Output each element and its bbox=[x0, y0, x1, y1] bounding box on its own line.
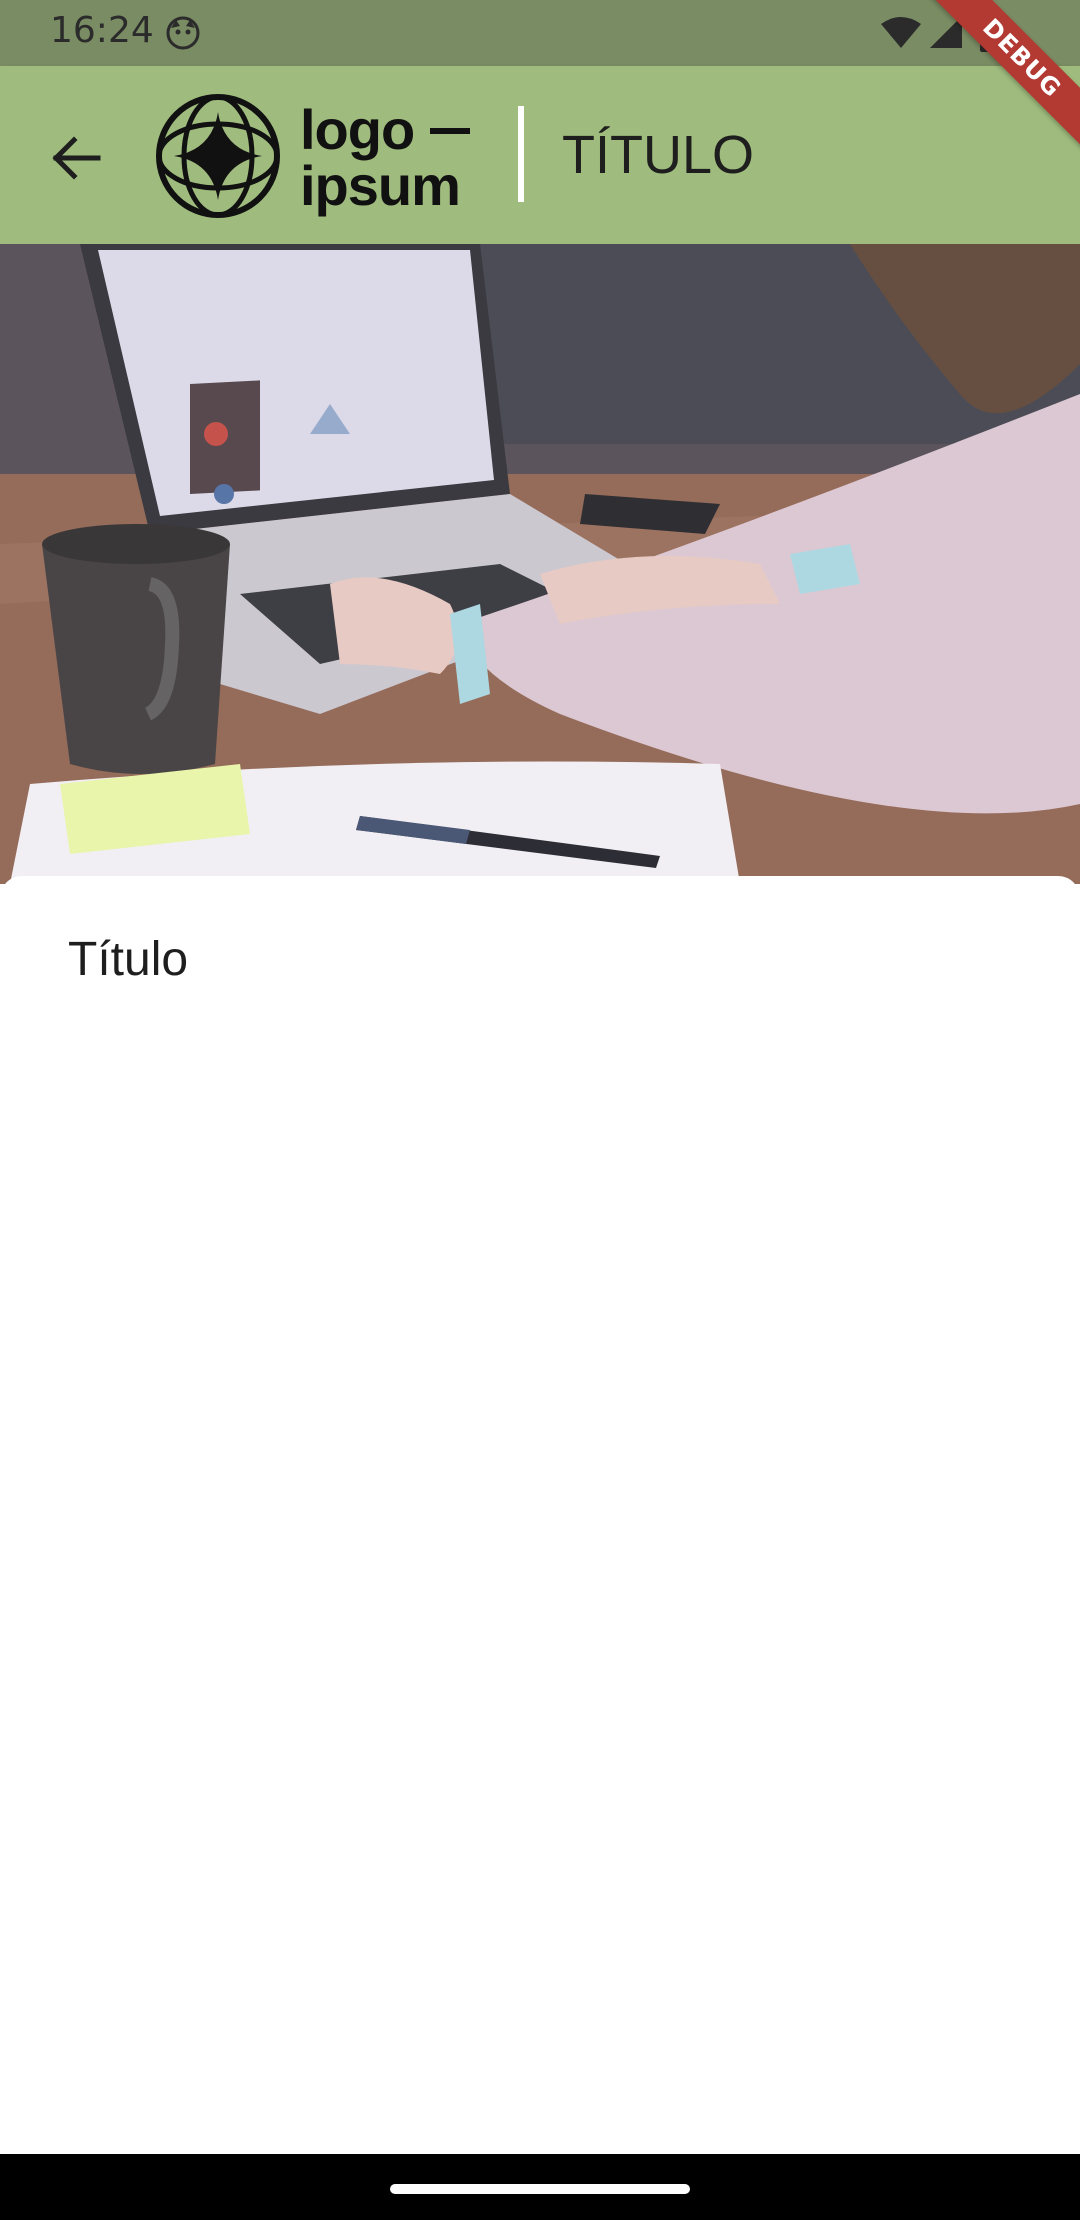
face-icon bbox=[166, 16, 200, 50]
home-indicator[interactable] bbox=[390, 2184, 690, 2194]
wifi-icon bbox=[881, 17, 921, 48]
back-button[interactable] bbox=[40, 121, 114, 195]
logo-line2: ipsum bbox=[300, 154, 461, 217]
hero-image bbox=[0, 244, 1080, 884]
logo: logo ipsum bbox=[154, 92, 484, 220]
navigation-bar bbox=[0, 2154, 1080, 2220]
globe-logo-icon bbox=[156, 94, 280, 218]
app-bar-title: TÍTULO bbox=[562, 125, 755, 185]
logo-text: logo ipsum bbox=[300, 102, 461, 217]
content-sheet: Título bbox=[0, 876, 1080, 2154]
app-bar-divider bbox=[518, 106, 524, 202]
signal-icon bbox=[930, 16, 962, 48]
logo-dash bbox=[430, 128, 470, 134]
content-title: Título bbox=[68, 933, 189, 986]
hero-photo bbox=[0, 244, 1080, 884]
arrow-left-icon bbox=[52, 136, 101, 180]
app-bar: logo ipsum TÍTULO bbox=[0, 66, 1080, 244]
status-time: 16:24 bbox=[50, 10, 154, 51]
status-bar: 16:24 bbox=[0, 0, 1080, 66]
battery-icon bbox=[980, 12, 1002, 52]
